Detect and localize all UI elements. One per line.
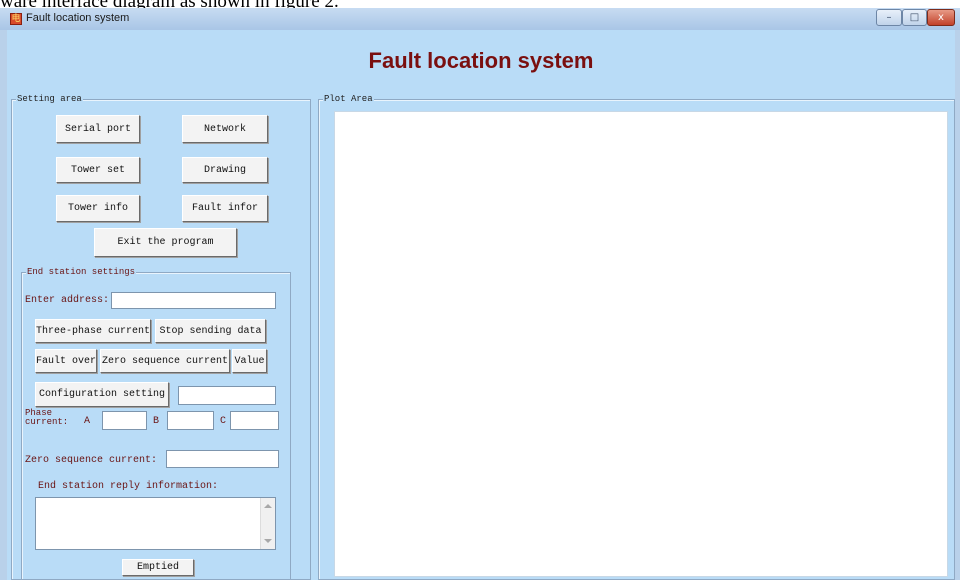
phase-c-input[interactable] (230, 411, 279, 430)
enter-address-label: Enter address: (25, 295, 110, 306)
phase-b-label: B (153, 416, 160, 427)
reply-scrollbar[interactable] (260, 498, 275, 549)
reply-information-textarea[interactable] (35, 497, 276, 550)
three-phase-current-button[interactable]: Three-phase current (35, 319, 151, 343)
exit-program-button[interactable]: Exit the program (94, 228, 237, 257)
reply-information-label: End station reply information: (38, 481, 219, 492)
zero-sequence-current-input[interactable] (166, 450, 279, 468)
drawing-button[interactable]: Drawing (182, 157, 268, 183)
configuration-value-input[interactable] (178, 386, 276, 405)
end-station-settings-legend: End station settings (26, 267, 137, 278)
tower-info-button[interactable]: Tower info (56, 195, 140, 222)
maximize-icon[interactable]: □ (902, 9, 927, 26)
setting-area-legend: Setting area (16, 94, 83, 105)
zero-sequence-current-button[interactable]: Zero sequence current (100, 349, 230, 373)
app-window: 电 Fault location system – □ x Fault loca… (0, 8, 960, 580)
phase-c-label: C (220, 416, 227, 427)
close-icon[interactable]: x (927, 9, 955, 26)
enter-address-input[interactable] (111, 292, 276, 309)
value-button[interactable]: Value (232, 349, 267, 373)
plot-area-legend: Plot Area (323, 94, 374, 105)
title-bar[interactable]: 电 Fault location system – □ x (0, 8, 960, 30)
phase-current-label-line2: current: (25, 417, 69, 427)
serial-port-button[interactable]: Serial port (56, 115, 140, 143)
configuration-setting-button[interactable]: Configuration setting (35, 382, 169, 407)
tower-set-button[interactable]: Tower set (56, 157, 140, 183)
app-icon: 电 (10, 13, 22, 25)
zero-sequence-current-label: Zero sequence current: (25, 455, 158, 466)
page-title: Fault location system (368, 48, 594, 73)
fault-over-button[interactable]: Fault over (35, 349, 97, 373)
network-button[interactable]: Network (182, 115, 268, 143)
fault-infor-button[interactable]: Fault infor (182, 195, 268, 222)
emptied-button[interactable]: Emptied (122, 559, 194, 576)
plot-canvas[interactable] (334, 111, 948, 577)
phase-a-input[interactable] (102, 411, 147, 430)
phase-a-label: A (84, 416, 91, 427)
scroll-down-arrow-icon[interactable] (264, 539, 272, 543)
phase-b-input[interactable] (167, 411, 214, 430)
window-title: Fault location system (26, 12, 130, 24)
scroll-up-arrow-icon[interactable] (264, 504, 272, 508)
stop-sending-data-button[interactable]: Stop sending data (155, 319, 266, 343)
client-area: Fault location system Setting area Seria… (7, 30, 955, 580)
minimize-icon[interactable]: – (876, 9, 902, 26)
